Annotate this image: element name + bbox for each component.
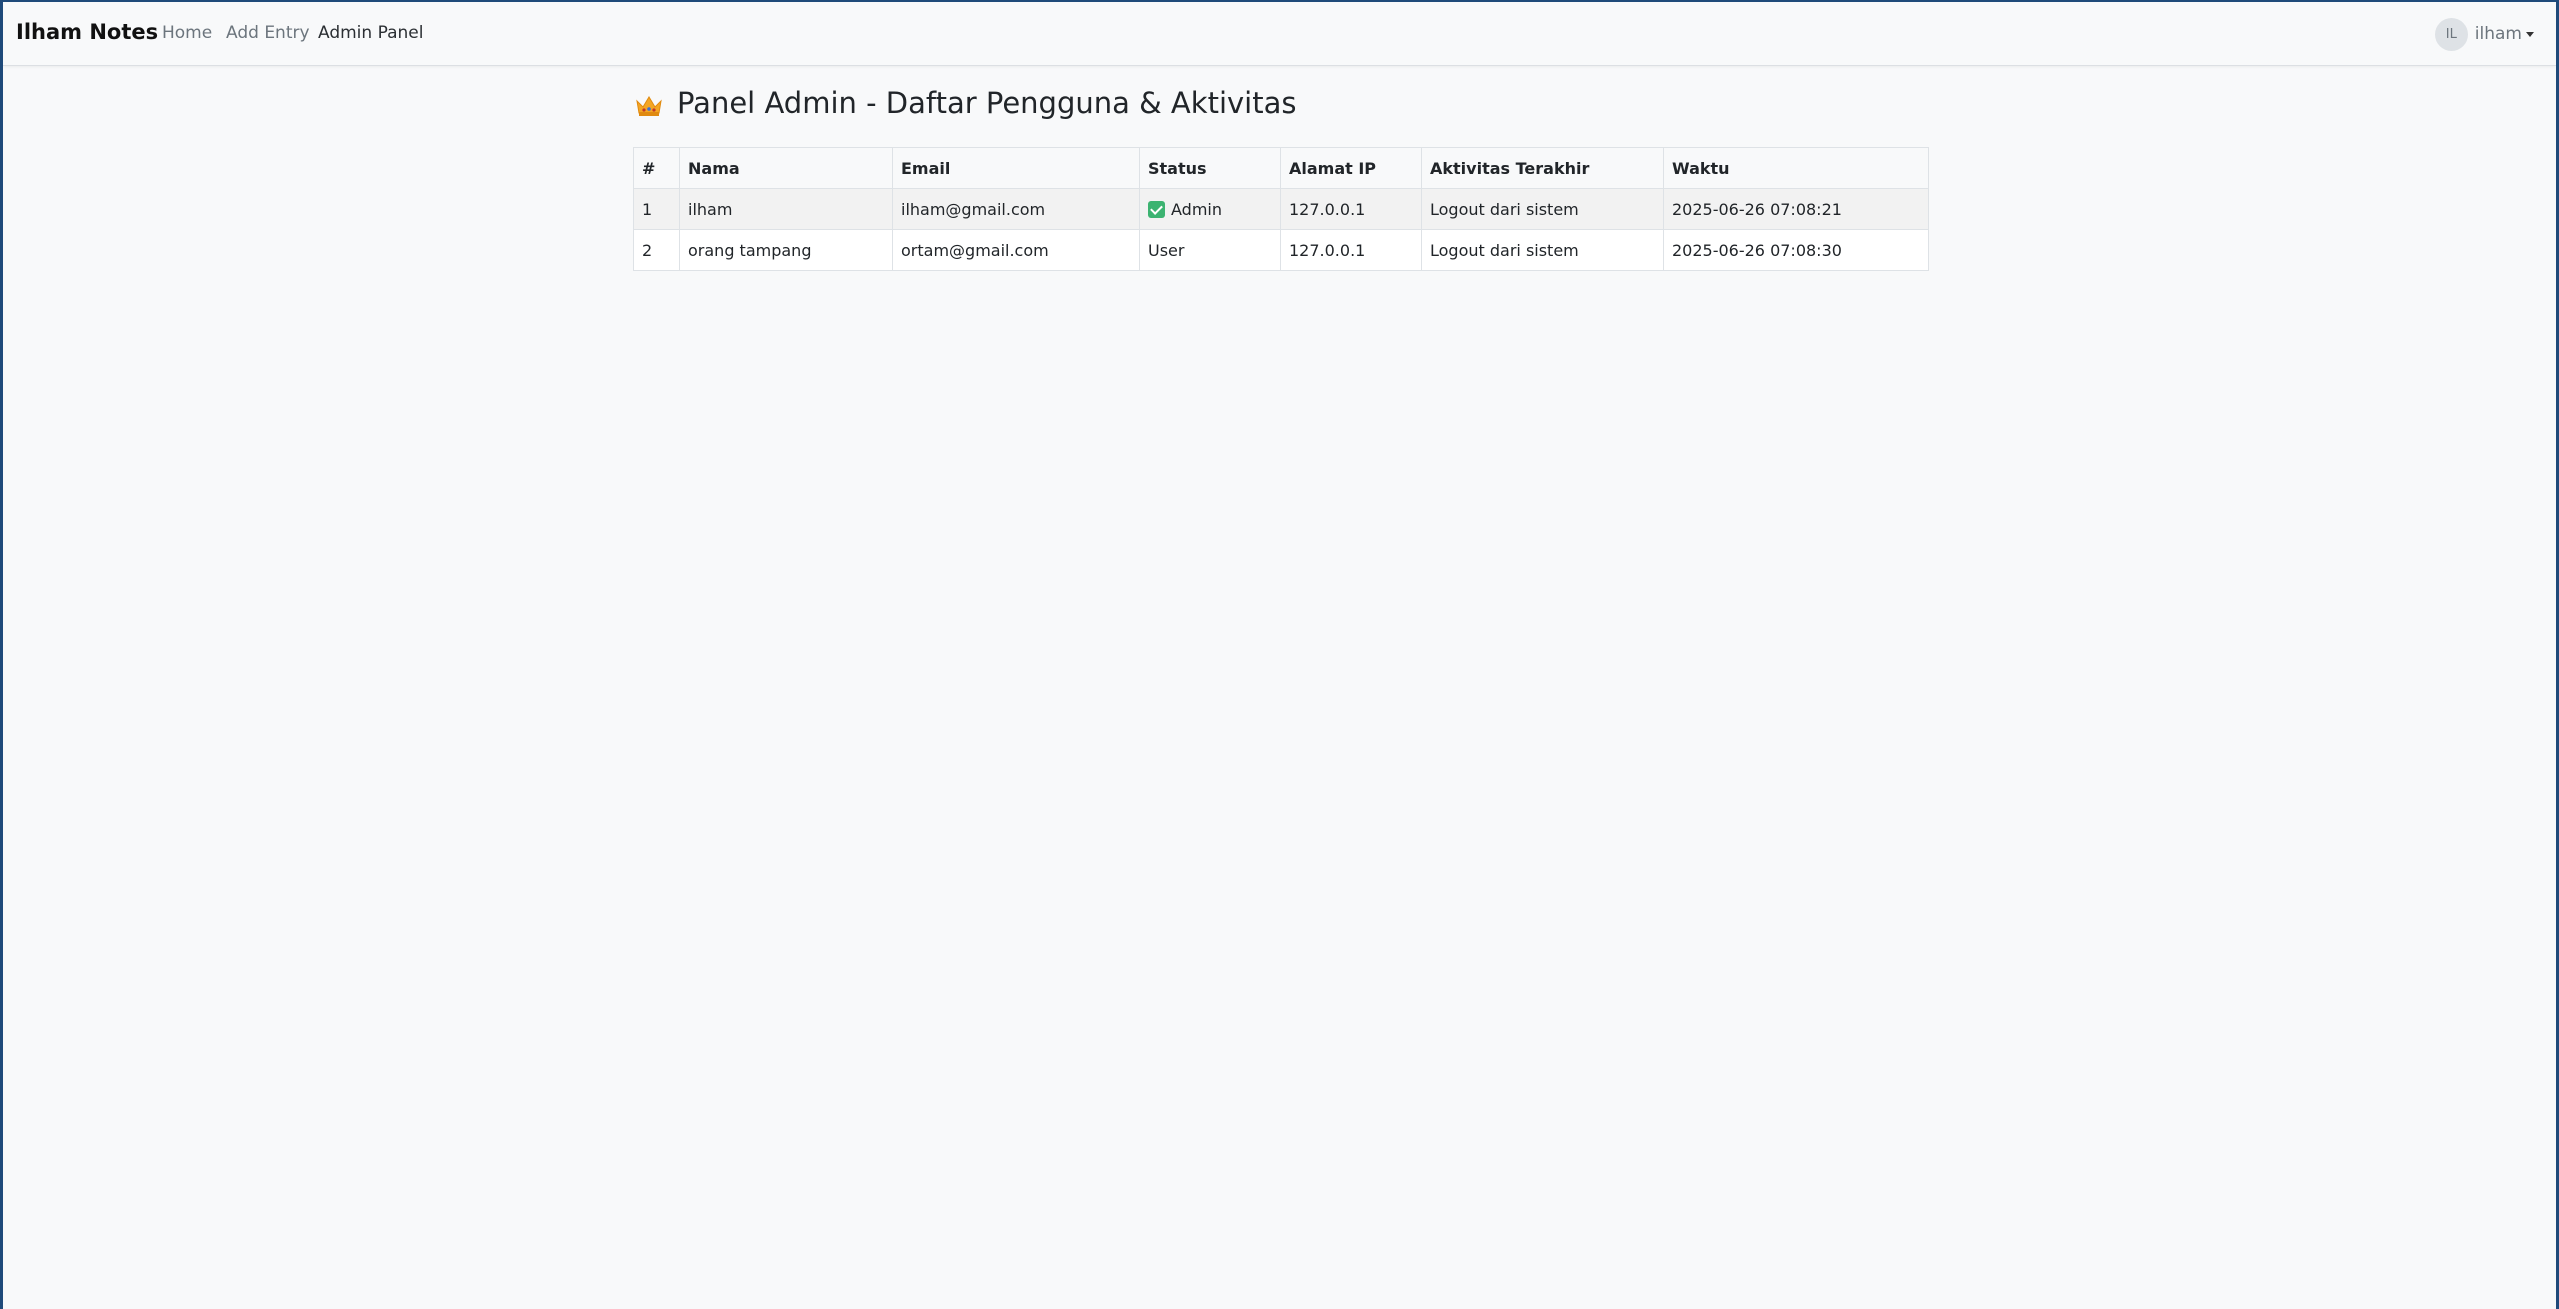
cell-aktivitas: Logout dari sistem [1421, 229, 1664, 271]
cell-nama: orang tampang [679, 229, 893, 271]
table-row: 2 orang tampang ortam@gmail.com User 127… [633, 229, 1929, 271]
cell-waktu: 2025-06-26 07:08:21 [1663, 188, 1929, 230]
check-icon [1148, 200, 1165, 218]
cell-waktu: 2025-06-26 07:08:30 [1663, 229, 1929, 271]
users-activity-table: # Nama Email Status Alamat IP Aktivitas … [633, 147, 1929, 271]
nav-link-admin-panel[interactable]: Admin Panel [318, 23, 423, 43]
column-header-email: Email [892, 147, 1140, 189]
browser-viewport: Ilham Notes Home Add Entry Admin Panel I… [3, 2, 2556, 1309]
column-header-nama: Nama [679, 147, 893, 189]
column-header-number: # [633, 147, 680, 189]
cell-status: Admin [1139, 188, 1281, 230]
page-title: Panel Admin - Daftar Pengguna & Aktivita… [635, 86, 1296, 120]
nav-link-home[interactable]: Home [162, 23, 212, 43]
cell-ip: 127.0.0.1 [1280, 188, 1422, 230]
cell-email: ortam@gmail.com [892, 229, 1140, 271]
status-label: Admin [1171, 199, 1222, 219]
user-menu-toggle[interactable]: IL ilham [2434, 17, 2534, 51]
cell-number: 1 [633, 188, 680, 230]
cell-number: 2 [633, 229, 680, 271]
chevron-down-icon [2526, 31, 2534, 37]
cell-status: User [1139, 229, 1281, 271]
column-header-waktu: Waktu [1663, 147, 1929, 189]
column-header-status: Status [1139, 147, 1281, 189]
navbar: Ilham Notes Home Add Entry Admin Panel I… [3, 2, 2556, 66]
column-header-ip: Alamat IP [1280, 147, 1422, 189]
brand-link[interactable]: Ilham Notes [16, 20, 158, 44]
user-name: ilham [2474, 24, 2522, 44]
nav-link-add-entry[interactable]: Add Entry [226, 23, 310, 43]
page-title-text: Panel Admin - Daftar Pengguna & Aktivita… [677, 86, 1297, 120]
cell-aktivitas: Logout dari sistem [1421, 188, 1664, 230]
cell-ip: 127.0.0.1 [1280, 229, 1422, 271]
cell-nama: ilham [679, 188, 893, 230]
cell-email: ilham@gmail.com [892, 188, 1140, 230]
crown-icon [636, 96, 662, 116]
table-header-row: # Nama Email Status Alamat IP Aktivitas … [633, 147, 1929, 189]
avatar: IL [2434, 17, 2468, 51]
column-header-aktivitas: Aktivitas Terakhir [1421, 147, 1664, 189]
table-row: 1 ilham ilham@gmail.com Admin 127.0.0.1 … [633, 188, 1929, 230]
